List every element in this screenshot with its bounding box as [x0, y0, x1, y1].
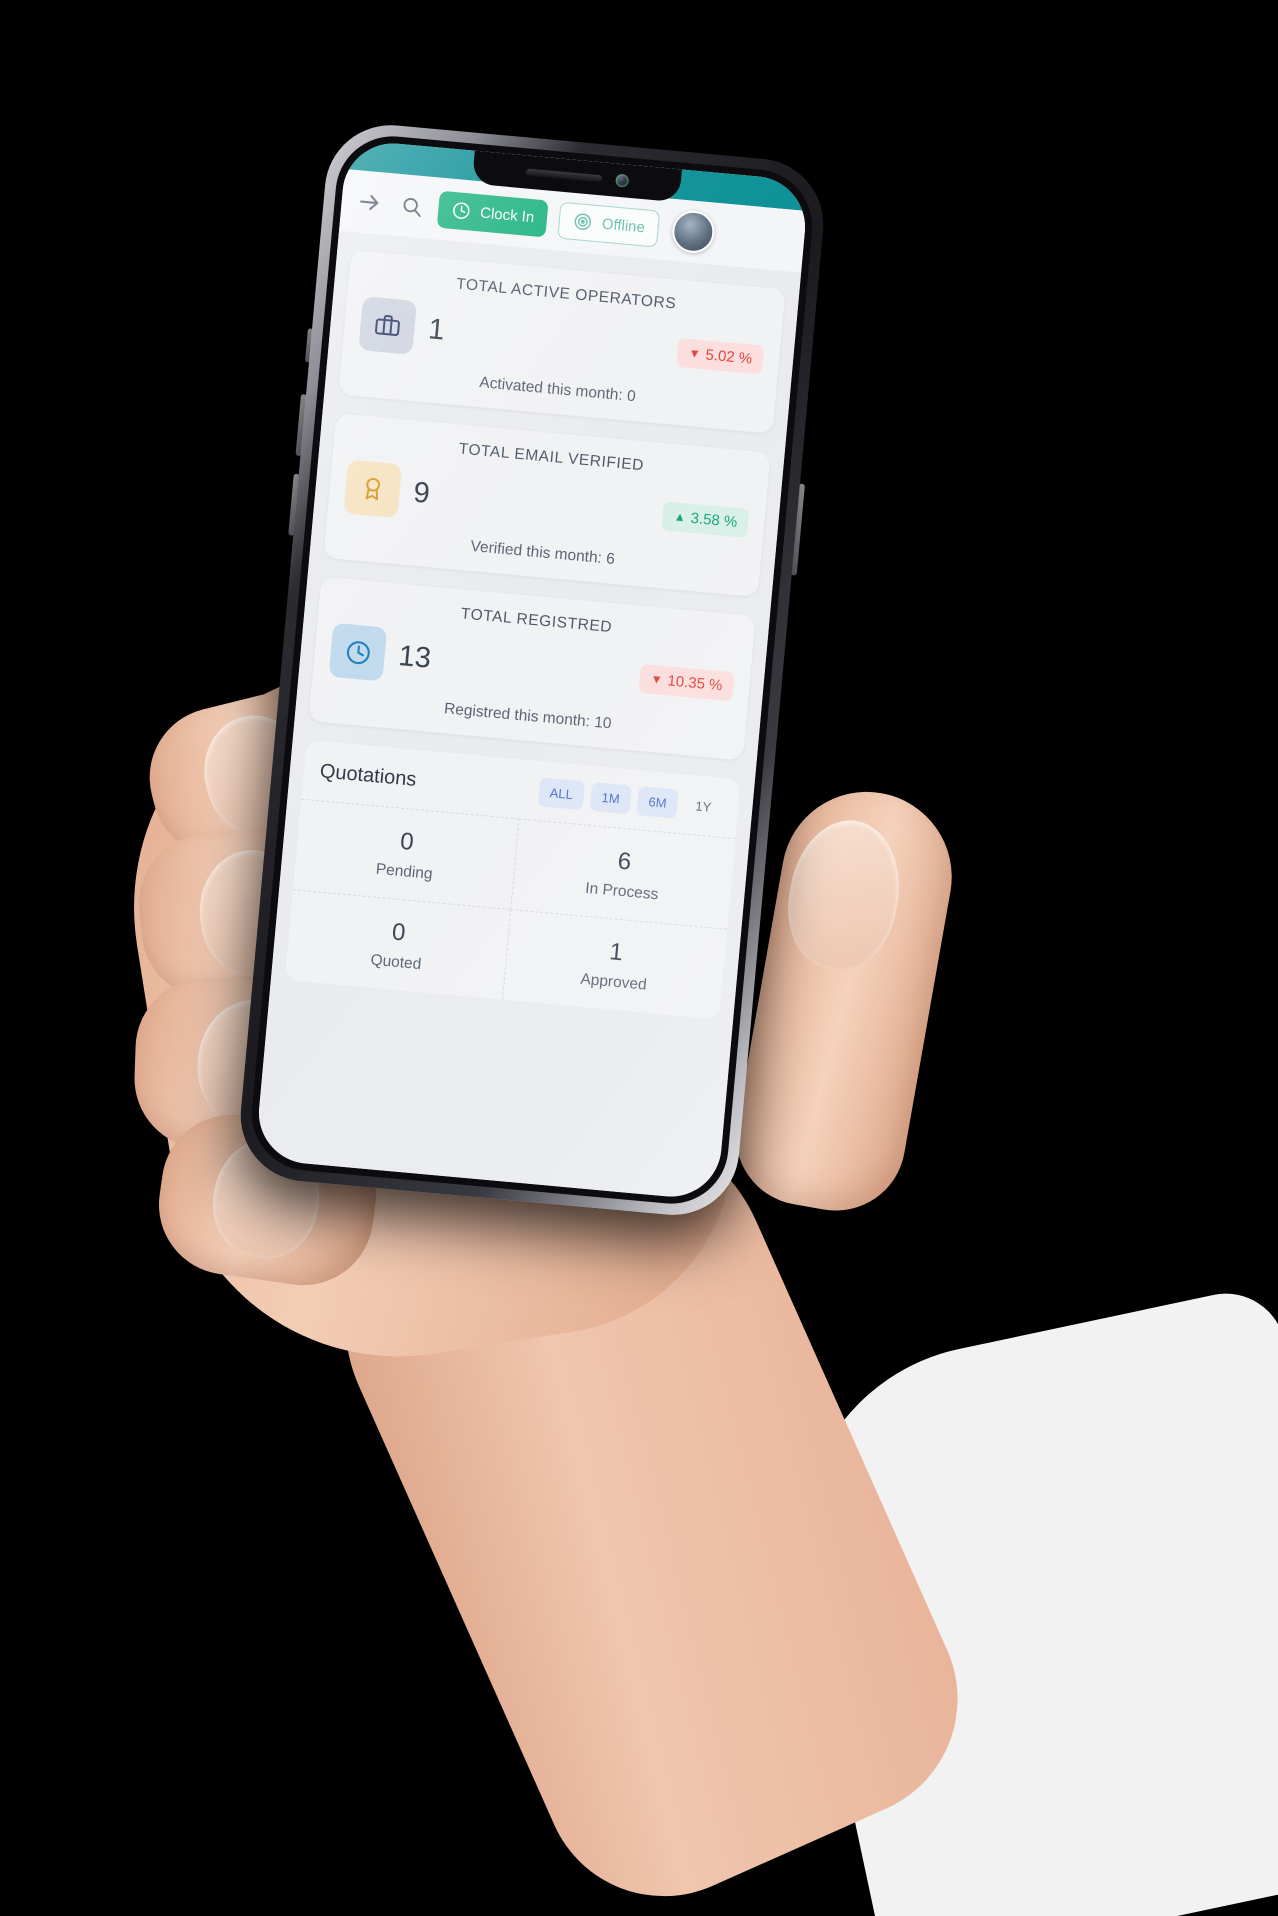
phone-frame: Clock In Offline TOTAL ACTIVE OPERATORS … [234, 119, 830, 1221]
stat-value: 13 [397, 639, 433, 675]
badge-text: 5.02 % [704, 345, 753, 368]
briefcase-icon [358, 296, 417, 355]
filter-all[interactable]: ALL [537, 777, 586, 811]
search-icon[interactable] [395, 190, 428, 223]
quotations-grid: 0 Pending 6 In Process 0 Quoted 1 Approv… [284, 798, 736, 1020]
earpiece-speaker [525, 168, 602, 183]
stat-card-email-verified: TOTAL EMAIL VERIFIED 9 ▲ 3.58 % Verified… [323, 413, 771, 598]
status-badge: ▼ 10.35 % [638, 663, 735, 701]
stat-value: 9 [412, 476, 432, 510]
clock-icon [328, 622, 388, 682]
caret-down-icon: ▼ [650, 671, 664, 687]
avatar[interactable] [670, 209, 717, 255]
phone-bezel: Clock In Offline TOTAL ACTIVE OPERATORS … [246, 131, 818, 1209]
status-badge: ▼ 5.02 % [676, 337, 765, 375]
dashboard-content: TOTAL ACTIVE OPERATORS 1 ▼ 5.02 % Activa… [254, 230, 802, 1201]
phone-device: Clock In Offline TOTAL ACTIVE OPERATORS … [234, 119, 830, 1221]
caret-up-icon: ▲ [673, 509, 687, 525]
offline-status-button[interactable]: Offline [557, 201, 661, 248]
target-icon [572, 211, 594, 233]
quotations-panel: Quotations ALL 1M 6M 1Y 0 Pending 6 In P… [284, 739, 741, 1020]
filter-1m[interactable]: 1M [589, 781, 632, 815]
quotation-cell-quoted[interactable]: 0 Quoted [284, 889, 511, 1000]
award-icon [343, 459, 403, 519]
phone-screen: Clock In Offline TOTAL ACTIVE OPERATORS … [254, 139, 810, 1201]
badge-text: 10.35 % [666, 671, 724, 694]
clock-in-button[interactable]: Clock In [436, 190, 549, 237]
clock-in-label: Clock In [479, 203, 535, 226]
scene: Clock In Offline TOTAL ACTIVE OPERATORS … [0, 0, 1278, 1916]
quotation-cell-approved[interactable]: 1 Approved [502, 909, 728, 1020]
filter-6m[interactable]: 6M [636, 786, 679, 819]
caret-down-icon: ▼ [688, 345, 702, 361]
offline-label: Offline [601, 215, 646, 236]
badge-text: 3.58 % [689, 509, 739, 531]
stat-card-active-operators: TOTAL ACTIVE OPERATORS 1 ▼ 5.02 % Activa… [338, 249, 786, 434]
quotations-filter-group: ALL 1M 6M 1Y [537, 777, 724, 823]
clock-icon [450, 200, 472, 222]
stat-value: 1 [427, 312, 447, 347]
stat-card-total-registred: TOTAL REGISTRED 13 ▼ 10.35 % Registred t… [308, 576, 756, 761]
arrow-right-icon[interactable] [353, 186, 386, 219]
quotations-title: Quotations [318, 760, 418, 791]
filter-1y[interactable]: 1Y [683, 790, 723, 822]
front-camera-icon [614, 173, 629, 188]
status-badge: ▲ 3.58 % [661, 500, 750, 538]
